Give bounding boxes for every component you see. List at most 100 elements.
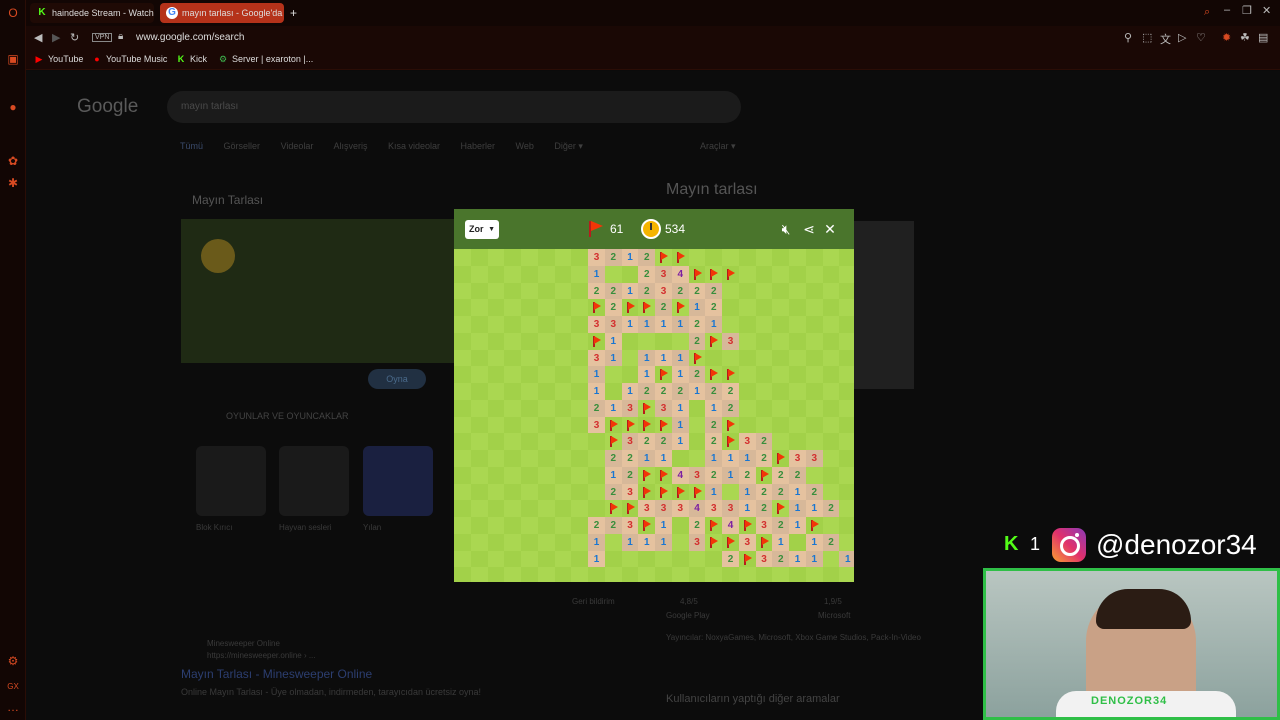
board-cell[interactable]: 1: [705, 483, 723, 501]
board-cell[interactable]: [571, 366, 589, 384]
board-cell[interactable]: [738, 383, 756, 400]
board-cell[interactable]: 1: [621, 533, 639, 551]
board-cell[interactable]: 1: [738, 483, 756, 501]
board-cell[interactable]: [822, 366, 840, 384]
board-cell[interactable]: [504, 500, 522, 518]
board-cell[interactable]: [454, 265, 471, 283]
board-cell[interactable]: 1: [789, 483, 806, 501]
minimize-icon[interactable]: –: [1224, 4, 1230, 16]
board-cell[interactable]: [789, 265, 806, 283]
board-cell[interactable]: [621, 416, 639, 434]
player-icon[interactable]: ▷: [1178, 31, 1186, 44]
board-cell[interactable]: [537, 265, 555, 283]
board-cell[interactable]: [454, 550, 471, 568]
board-cell[interactable]: [571, 500, 589, 518]
board-cell[interactable]: [839, 399, 854, 417]
board-cell[interactable]: [839, 265, 854, 283]
board-cell[interactable]: [738, 550, 756, 568]
board-cell[interactable]: [554, 265, 572, 283]
board-cell[interactable]: [588, 433, 605, 451]
board-cell[interactable]: [487, 567, 505, 582]
board-cell[interactable]: [705, 249, 723, 266]
board-cell[interactable]: [521, 466, 538, 484]
board-cell[interactable]: [470, 416, 488, 434]
board-cell[interactable]: [521, 383, 538, 400]
board-cell[interactable]: [638, 517, 656, 534]
opera-logo-icon[interactable]: O: [6, 6, 20, 20]
board-cell[interactable]: [571, 332, 589, 350]
board-cell[interactable]: [822, 433, 840, 451]
board-cell[interactable]: 1: [638, 316, 656, 333]
board-cell[interactable]: [621, 500, 639, 518]
board-cell[interactable]: [571, 265, 589, 283]
board-cell[interactable]: [604, 567, 622, 582]
game-hero-image[interactable]: [181, 219, 471, 363]
board-cell[interactable]: 1: [588, 550, 605, 568]
board-cell[interactable]: 3: [688, 533, 706, 551]
board-cell[interactable]: 2: [722, 399, 739, 417]
board-cell[interactable]: [705, 517, 723, 534]
board-cell[interactable]: 2: [604, 450, 622, 467]
board-cell[interactable]: [789, 567, 806, 582]
board-cell[interactable]: 2: [671, 383, 689, 400]
board-cell[interactable]: [521, 316, 538, 333]
board-cell[interactable]: [537, 517, 555, 534]
board-cell[interactable]: 1: [671, 433, 689, 451]
board-cell[interactable]: 1: [772, 533, 790, 551]
board-cell[interactable]: 2: [755, 500, 773, 518]
board-cell[interactable]: [822, 517, 840, 534]
board-cell[interactable]: [504, 433, 522, 451]
board-cell[interactable]: [738, 366, 756, 384]
board-cell[interactable]: [454, 517, 471, 534]
board-cell[interactable]: 3: [722, 500, 739, 518]
board-cell[interactable]: [722, 316, 739, 333]
board-cell[interactable]: [571, 282, 589, 300]
board-cell[interactable]: [571, 483, 589, 501]
board-cell[interactable]: [805, 517, 823, 534]
board-cell[interactable]: [839, 483, 854, 501]
board-cell[interactable]: [554, 450, 572, 467]
board-cell[interactable]: [470, 433, 488, 451]
board-cell[interactable]: [470, 366, 488, 384]
board-cell[interactable]: [504, 282, 522, 300]
board-cell[interactable]: [454, 316, 471, 333]
board-cell[interactable]: [839, 500, 854, 518]
board-cell[interactable]: [772, 433, 790, 451]
board-cell[interactable]: [521, 416, 538, 434]
board-cell[interactable]: [604, 500, 622, 518]
board-cell[interactable]: [722, 483, 739, 501]
board-cell[interactable]: 2: [705, 282, 723, 300]
board-cell[interactable]: 1: [789, 517, 806, 534]
board-cell[interactable]: 2: [655, 433, 672, 451]
board-cell[interactable]: [504, 249, 522, 266]
board-cell[interactable]: [755, 282, 773, 300]
board-cell[interactable]: [839, 366, 854, 384]
board-cell[interactable]: 2: [822, 533, 840, 551]
board-cell[interactable]: 3: [588, 349, 605, 367]
board-cell[interactable]: [487, 349, 505, 367]
board-cell[interactable]: 1: [671, 399, 689, 417]
board-cell[interactable]: [789, 399, 806, 417]
snapshot-icon[interactable]: ⬚: [1142, 31, 1152, 44]
board-cell[interactable]: [738, 316, 756, 333]
board-cell[interactable]: 1: [705, 450, 723, 467]
board-cell[interactable]: 1: [655, 450, 672, 467]
game-thumb-animal-sounds[interactable]: [279, 446, 349, 516]
board-cell[interactable]: [554, 249, 572, 266]
board-cell[interactable]: [470, 249, 488, 266]
board-cell[interactable]: [705, 550, 723, 568]
board-cell[interactable]: [554, 500, 572, 518]
board-cell[interactable]: [688, 483, 706, 501]
board-cell[interactable]: 2: [688, 332, 706, 350]
board-cell[interactable]: [655, 332, 672, 350]
board-cell[interactable]: 3: [655, 500, 672, 518]
board-cell[interactable]: [521, 533, 538, 551]
sidebar-icon-1[interactable]: ▣: [6, 52, 20, 66]
board-cell[interactable]: [738, 249, 756, 266]
board-cell[interactable]: [588, 500, 605, 518]
board-cell[interactable]: 1: [805, 500, 823, 518]
board-cell[interactable]: [504, 366, 522, 384]
board-cell[interactable]: [638, 550, 656, 568]
board-cell[interactable]: 3: [638, 500, 656, 518]
board-cell[interactable]: [588, 332, 605, 350]
